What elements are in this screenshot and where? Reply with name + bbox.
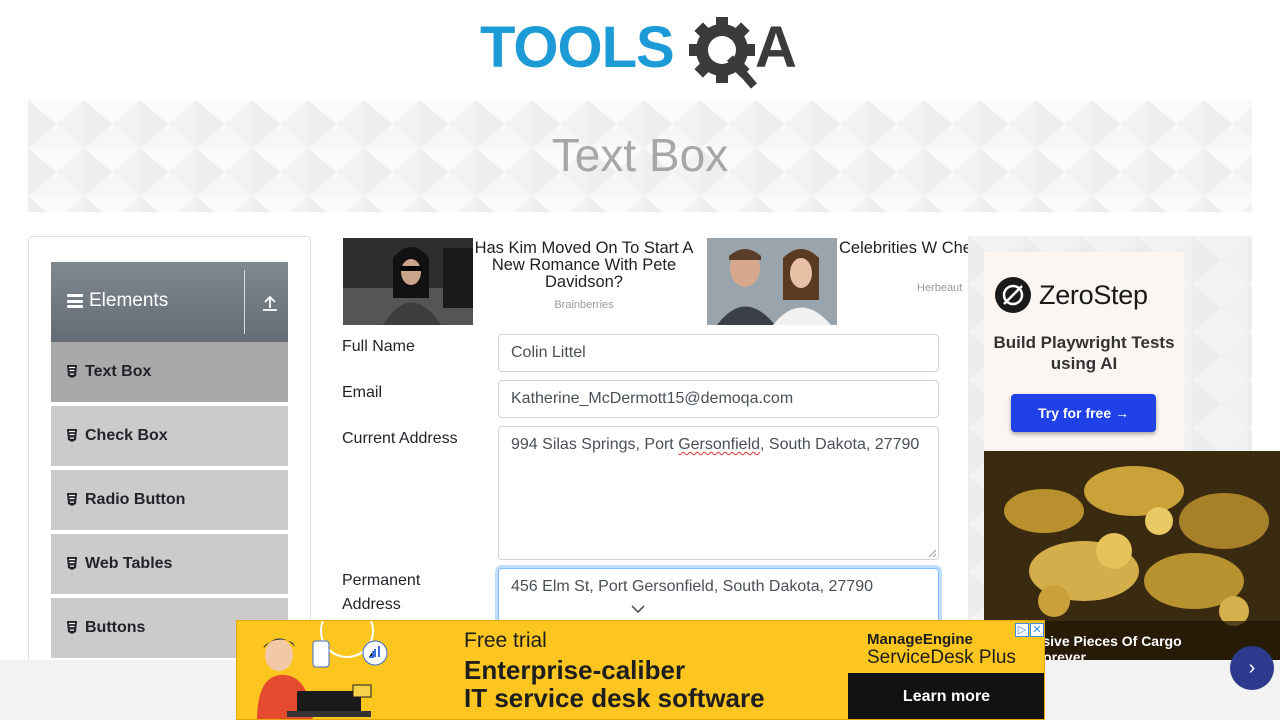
sidebar-item-label: Web Tables — [85, 555, 173, 572]
ad-brand: ManageEngine — [867, 631, 973, 648]
toolsqa-logo[interactable]: TOOLS A — [480, 14, 810, 92]
html5-icon — [67, 364, 77, 378]
ad-source: Brainberries — [554, 299, 614, 311]
ad-thumbnail — [343, 238, 473, 325]
gear-icon — [689, 17, 758, 89]
close-icon[interactable]: ✕ — [1030, 623, 1044, 637]
carousel-next-button[interactable]: › — [1230, 646, 1274, 690]
sidebar-group-label: Elements — [89, 290, 169, 311]
ad-product: ServiceDesk Plus — [867, 647, 1016, 668]
current-address-label: Current Address — [342, 430, 458, 447]
sidebar-item-label: Radio Button — [85, 491, 186, 508]
page-title: Text Box — [551, 129, 729, 181]
sidebar-item-label: Text Box — [85, 363, 152, 380]
page: TOOLS A Text Box Elements Text Box Check… — [0, 0, 1280, 720]
adchoices-icon[interactable]: ▷ — [1015, 623, 1029, 637]
sidebar-item-label: Check Box — [85, 427, 168, 444]
current-address-value-part: , South Dakota, 27790 — [760, 436, 920, 453]
ad-headline: Has Kim Moved On To Start A New Romance … — [474, 239, 694, 291]
email-input[interactable]: Katherine_McDermott15@demoqa.com — [498, 380, 939, 418]
ad-source: Herbeaut — [917, 282, 963, 294]
zerostep-tagline: Build Playwright Tests using AI — [993, 333, 1175, 373]
permanent-address-value: 456 Elm St, Port Gersonfield, South Dako… — [511, 578, 873, 595]
logo-tools-text: TOOLS — [480, 15, 674, 80]
sidebar-item-label: Buttons — [85, 619, 146, 636]
html5-icon — [67, 428, 77, 442]
permanent-address-label: Permanent Address — [342, 572, 421, 613]
full-name-value: Colin Littel — [511, 344, 586, 361]
header-divider — [244, 270, 245, 334]
try-for-free-button[interactable]: Try for free → — [1011, 394, 1156, 432]
learn-more-button[interactable]: Learn more — [848, 673, 1044, 719]
current-address-value-part: 994 Silas Springs, Port — [511, 436, 679, 453]
current-address-textarea[interactable]: 994 Silas Springs, Port Gersonfield, Sou… — [498, 426, 939, 560]
email-label: Email — [342, 384, 383, 401]
sponsored-card[interactable]: Celebrities W Cheated On The Herbeaut — [707, 238, 969, 325]
sidebar-item-check-box[interactable]: Check Box — [51, 406, 288, 468]
sidebar-item-text-box[interactable]: Text Box — [51, 342, 288, 404]
page-banner: Text Box — [28, 100, 1252, 212]
sidebar-group-elements[interactable]: Elements — [51, 262, 288, 342]
html5-icon — [67, 620, 77, 634]
ad-headline: Celebrities W Cheated On The — [839, 239, 969, 257]
sidebar-item-radio-button[interactable]: Radio Button — [51, 470, 288, 532]
html5-icon — [67, 556, 77, 570]
ad-illustration — [257, 621, 388, 719]
full-name-input[interactable]: Colin Littel — [498, 334, 939, 372]
chevron-right-icon: › — [1248, 656, 1256, 679]
zerostep-ad[interactable]: ZeroStep Build Playwright Tests using AI… — [984, 252, 1184, 450]
hamburger-icon — [67, 294, 83, 308]
ad-thumbnail — [707, 238, 837, 325]
full-name-label: Full Name — [342, 338, 415, 355]
chevron-down-icon[interactable] — [631, 604, 645, 614]
ad-headline-line: Enterprise-caliber — [464, 655, 686, 685]
ad-headline-line: IT service desk software — [464, 683, 765, 713]
spellcheck-word: Gersonfield — [678, 436, 761, 453]
svg-text:A: A — [755, 15, 797, 80]
resize-handle-icon[interactable] — [928, 549, 936, 557]
ad-free-trial: Free trial — [464, 629, 547, 652]
bottom-ad-banner[interactable]: Free trial Enterprise-caliber IT service… — [236, 620, 1045, 720]
collapse-up-icon[interactable] — [261, 294, 279, 312]
zerostep-brand: ZeroStep — [1039, 280, 1148, 310]
email-value: Katherine_McDermott15@demoqa.com — [511, 390, 794, 407]
sidebar-item-web-tables[interactable]: Web Tables — [51, 534, 288, 596]
zerostep-logo-icon — [995, 277, 1031, 313]
sponsored-card[interactable]: Has Kim Moved On To Start A New Romance … — [343, 238, 703, 325]
html5-icon — [67, 492, 77, 506]
